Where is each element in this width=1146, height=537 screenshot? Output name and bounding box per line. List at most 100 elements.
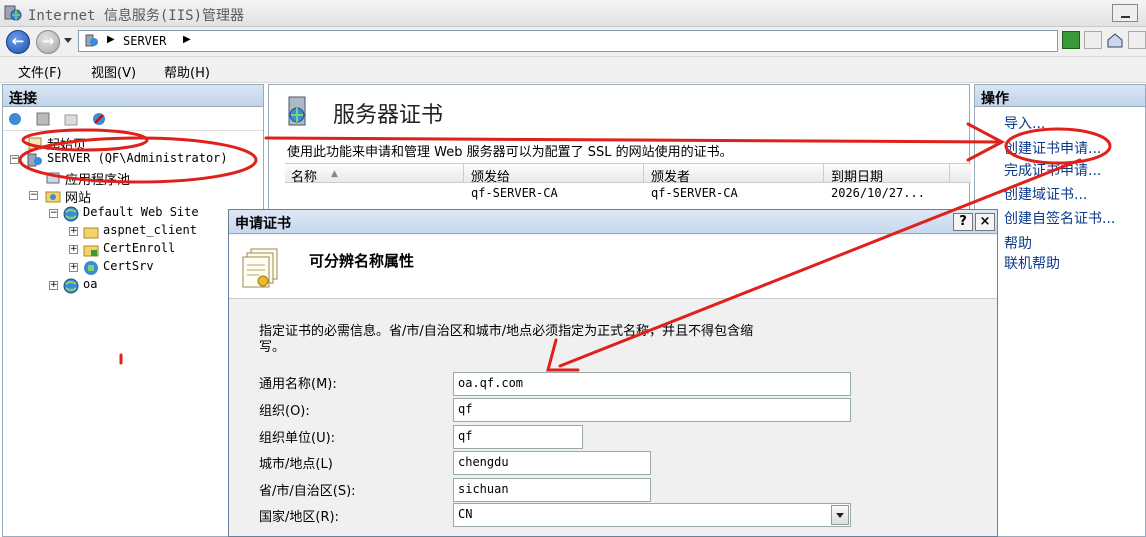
application-icon [84, 261, 98, 275]
page-description: 使用此功能来申请和管理 Web 服务器可以为配置了 SSL 的网站使用的证书。 [287, 145, 733, 160]
actions-header: 操作 [975, 85, 1145, 107]
column-divider[interactable] [463, 164, 464, 183]
breadcrumb-server[interactable]: SERVER [123, 34, 166, 48]
connections-header: 连接 [3, 85, 263, 107]
history-dropdown-icon[interactable] [64, 38, 72, 43]
dialog-help-button[interactable]: ? [953, 213, 973, 231]
actions-panel: 操作 导入... 创建证书申请... 完成证书申请... 创建域证书... 创建… [974, 84, 1146, 537]
sort-ascending-icon: ▲ [331, 169, 338, 179]
action-create-self-signed-certificate[interactable]: 创建自签名证书... [1004, 208, 1115, 228]
help-icon[interactable] [1128, 31, 1146, 49]
stop-icon[interactable] [1084, 31, 1102, 49]
breadcrumb-separator-icon: ▶ [107, 34, 115, 45]
tree-item-label: SERVER (QF\Administrator) [47, 151, 228, 165]
virtual-directory-icon [83, 245, 99, 257]
expand-oa-icon[interactable]: + [49, 281, 58, 290]
cell-expiry: 2026/10/27... [831, 186, 925, 200]
cell-issuer: qf-SERVER-CA [651, 186, 738, 200]
save-icon[interactable] [35, 111, 51, 127]
start-page-icon [28, 137, 42, 150]
tree-item-label: CertSrv [103, 259, 154, 273]
country-select-value: CN [458, 507, 473, 521]
organization-label: 组织(O): [259, 404, 310, 419]
common-name-field[interactable]: oa.qf.com [453, 372, 851, 396]
menu-help[interactable]: 帮助(H) [164, 62, 210, 81]
action-help[interactable]: 帮助 [1004, 233, 1032, 253]
tree-item-label: 网站 [65, 191, 92, 206]
column-divider[interactable] [643, 164, 644, 183]
country-label: 国家/地区(R): [259, 510, 339, 525]
expand-aspnet-client-icon[interactable]: + [69, 227, 78, 236]
dialog-banner-title: 可分辨名称属性 [309, 252, 415, 270]
dialog-banner: 可分辨名称属性 [229, 235, 997, 299]
state-label: 省/市/自治区(S): [259, 484, 356, 499]
address-bar[interactable]: ▶ SERVER ▶ [78, 30, 1058, 52]
minimize-button[interactable] [1112, 4, 1138, 22]
collapse-server-icon[interactable]: − [10, 155, 19, 164]
globe-icon [63, 206, 79, 222]
globe-icon [63, 278, 79, 294]
expand-certsrv-icon[interactable]: + [69, 263, 78, 272]
app-pool-icon [46, 172, 60, 184]
dialog-close-button[interactable]: × [975, 213, 995, 231]
forward-button[interactable]: → [36, 30, 60, 54]
sites-folder-icon [45, 191, 61, 203]
tree-item-label: aspnet_client [103, 223, 197, 237]
up-level-icon[interactable] [63, 111, 79, 127]
collapse-default-site-icon[interactable]: − [49, 209, 58, 218]
dialog-instructions: 指定证书的必需信息。省/市/自治区和城市/地点必须指定为正式名称，并且不得包含缩… [259, 324, 754, 355]
folder-icon [83, 227, 99, 239]
city-label: 城市/地点(L) [259, 457, 333, 472]
back-arrow-icon: ← [11, 32, 25, 50]
navigation-bar: ← → ▶ SERVER ▶ [0, 27, 1146, 57]
country-select[interactable]: CN [453, 503, 851, 527]
cell-issued-to: qf-SERVER-CA [471, 186, 558, 200]
connections-toolbar [3, 107, 263, 131]
action-create-certificate-request[interactable]: 创建证书申请... [1004, 138, 1101, 158]
city-field[interactable]: chengdu [453, 451, 651, 475]
page-title: 服务器证书 [333, 103, 444, 128]
title-bar: Internet 信息服务(IIS)管理器 [0, 0, 1146, 27]
organization-field[interactable]: qf [453, 398, 851, 422]
refresh-icon[interactable] [1062, 31, 1080, 49]
disconnect-icon[interactable] [91, 111, 107, 127]
menu-file[interactable]: 文件(F) [18, 62, 62, 81]
forward-arrow-icon: → [41, 32, 55, 50]
organizational-unit-field[interactable]: qf [453, 425, 583, 449]
chevron-down-icon[interactable] [831, 505, 849, 525]
organizational-unit-label: 组织单位(U): [259, 431, 336, 446]
tree-item-label: oa [83, 277, 98, 291]
action-complete-certificate-request[interactable]: 完成证书申请... [1004, 160, 1101, 180]
common-name-label: 通用名称(M): [259, 377, 337, 392]
server-icon [85, 34, 98, 47]
column-divider[interactable] [949, 164, 950, 183]
home-icon[interactable] [1106, 31, 1124, 49]
dialog-title-bar: 申请证书 ? × [229, 210, 997, 234]
expand-certenroll-icon[interactable]: + [69, 245, 78, 254]
action-import[interactable]: 导入... [1004, 113, 1045, 133]
connections-panel: 连接 起始页 − SERVER (QF\Administrator) 应用程序池… [2, 84, 264, 537]
back-button[interactable]: ← [6, 30, 30, 54]
tree-item-label: Default Web Site [83, 205, 199, 219]
iis-app-icon [4, 5, 22, 21]
table-row[interactable]: qf-SERVER-CA qf-SERVER-CA 2026/10/27... [285, 183, 971, 203]
connect-icon[interactable] [7, 111, 23, 127]
breadcrumb-separator-icon[interactable]: ▶ [183, 34, 191, 45]
server-icon [27, 153, 42, 167]
window-title: Internet 信息服务(IIS)管理器 [28, 8, 245, 24]
request-certificate-dialog: 申请证书 ? × 可分辨名称属性 指定证书的必需信息。省/市/自治区和城市/地点… [228, 209, 998, 537]
action-create-domain-certificate[interactable]: 创建域证书... [1004, 184, 1087, 204]
table-header: 名称 ▲ 颁发给 颁发者 到期日期 [285, 163, 971, 185]
certificate-icon [242, 248, 278, 288]
action-online-help[interactable]: 联机帮助 [1004, 253, 1060, 273]
tree-item-label: CertEnroll [103, 241, 176, 255]
menu-bar: 文件(F) 视图(V) 帮助(H) [0, 57, 1146, 83]
menu-view[interactable]: 视图(V) [91, 62, 136, 81]
server-certificates-icon [288, 96, 306, 126]
certificates-table: 名称 ▲ 颁发给 颁发者 到期日期 qf-SERVER-CA qf-SERVER… [285, 163, 971, 203]
column-divider[interactable] [823, 164, 824, 183]
state-field[interactable]: sichuan [453, 478, 651, 502]
tree-item-label: 应用程序池 [65, 173, 131, 188]
collapse-sites-icon[interactable]: − [29, 191, 38, 200]
dialog-title: 申请证书 [235, 216, 291, 232]
